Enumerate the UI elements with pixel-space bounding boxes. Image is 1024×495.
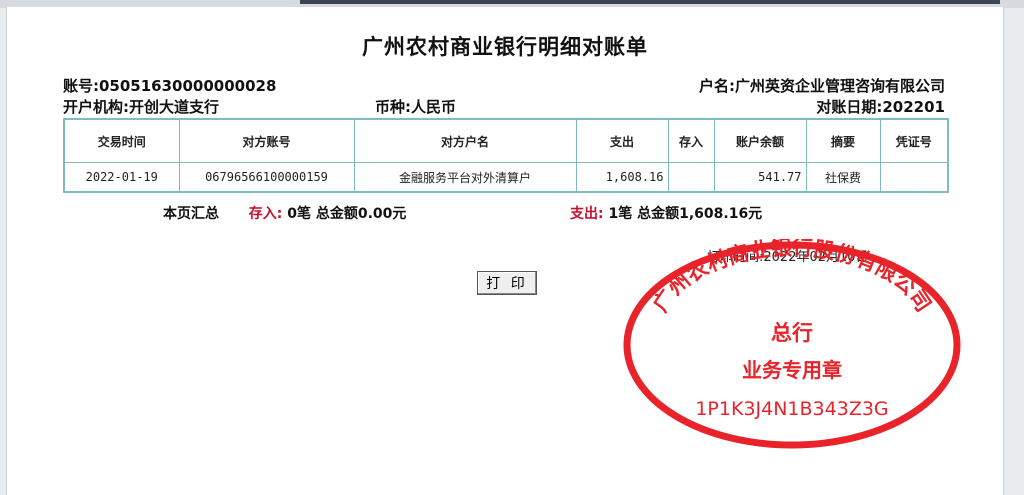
table-header-row: 交易时间 对方账号 对方户名 支出 存入 账户余额 摘要 凭证号 <box>63 118 949 163</box>
transaction-table: 交易时间 对方账号 对方户名 支出 存入 账户余额 摘要 凭证号 2022-01… <box>63 118 949 193</box>
opening-branch: 开户机构:开创大道支行 <box>63 96 219 117</box>
account-label: 账号: <box>63 77 99 95</box>
cell-counterparty-account: 06796566100000159 <box>178 162 355 193</box>
date-label: 对账日期: <box>816 98 883 116</box>
cell-time: 2022-01-19 <box>63 162 180 193</box>
currency-value: 人民币 <box>411 98 457 116</box>
cell-deposit <box>667 162 715 193</box>
cell-summary: 社保费 <box>805 162 881 193</box>
currency: 币种:人民币 <box>375 96 456 117</box>
currency-label: 币种: <box>375 98 411 116</box>
deposit-label: 存入: <box>248 206 283 222</box>
col-header-balance: 账户余额 <box>713 118 807 163</box>
print-button[interactable]: 打 印 <box>477 271 537 295</box>
statement-page: 广州农村商业银行明细对账单 账号:05051630000000028 户名:广州… <box>6 7 1004 495</box>
account-number: 账号:05051630000000028 <box>63 75 276 96</box>
table-row: 2022-01-19 06796566100000159 金融服务平台对外清算户… <box>63 162 949 193</box>
cell-balance: 541.77 <box>713 162 807 193</box>
col-header-counterparty-name: 对方户名 <box>353 118 577 163</box>
window-title-bar <box>300 0 1000 4</box>
col-header-voucher: 凭证号 <box>879 118 949 163</box>
date-value: 202201 <box>882 98 945 116</box>
expense-summary: 1笔 总金额1,608.16元 <box>608 206 763 222</box>
deposit-summary: 0笔 总金额0.00元 <box>287 206 407 222</box>
col-header-time: 交易时间 <box>63 118 180 163</box>
seal-arc-text: 广州农村商业银行股份有限公司 <box>647 239 936 316</box>
page-summary: 本页汇总 存入: 0笔 总金额0.00元 <box>163 203 406 223</box>
account-name-label: 户名: <box>698 77 735 95</box>
account-holder: 户名:广州英资企业管理咨询有限公司 <box>699 75 945 96</box>
col-header-counterparty-account: 对方账号 <box>178 118 355 163</box>
account-value: 05051630000000028 <box>99 77 277 95</box>
seal-code: 1P1K3J4N1B343Z3G <box>695 398 888 420</box>
branch-label: 开户机构: <box>63 98 129 116</box>
seal-line1: 总行 <box>771 320 813 345</box>
expense-label: 支出: <box>570 206 604 222</box>
cell-expense: 1,608.16 <box>575 162 669 193</box>
page-summary-label: 本页汇总 <box>163 206 219 222</box>
branch-value: 开创大道支行 <box>129 98 220 116</box>
statement-date: 对账日期:202201 <box>816 96 945 117</box>
seal-line2: 业务专用章 <box>742 358 842 382</box>
expense-summary-block: 支出: 1笔 总金额1,608.16元 <box>570 203 762 223</box>
cell-counterparty-name: 金融服务平台对外清算户 <box>353 162 577 193</box>
col-header-expense: 支出 <box>575 118 669 163</box>
page-title: 广州农村商业银行明细对账单 <box>362 35 648 59</box>
bank-seal: 广州农村商业银行股份有限公司 总行 业务专用章 1P1K3J4N1B343Z3G <box>623 239 961 449</box>
col-header-summary: 摘要 <box>805 118 881 163</box>
account-name-value: 广州英资企业管理咨询有限公司 <box>734 77 945 95</box>
col-header-deposit: 存入 <box>667 118 715 163</box>
cell-voucher <box>879 162 949 193</box>
